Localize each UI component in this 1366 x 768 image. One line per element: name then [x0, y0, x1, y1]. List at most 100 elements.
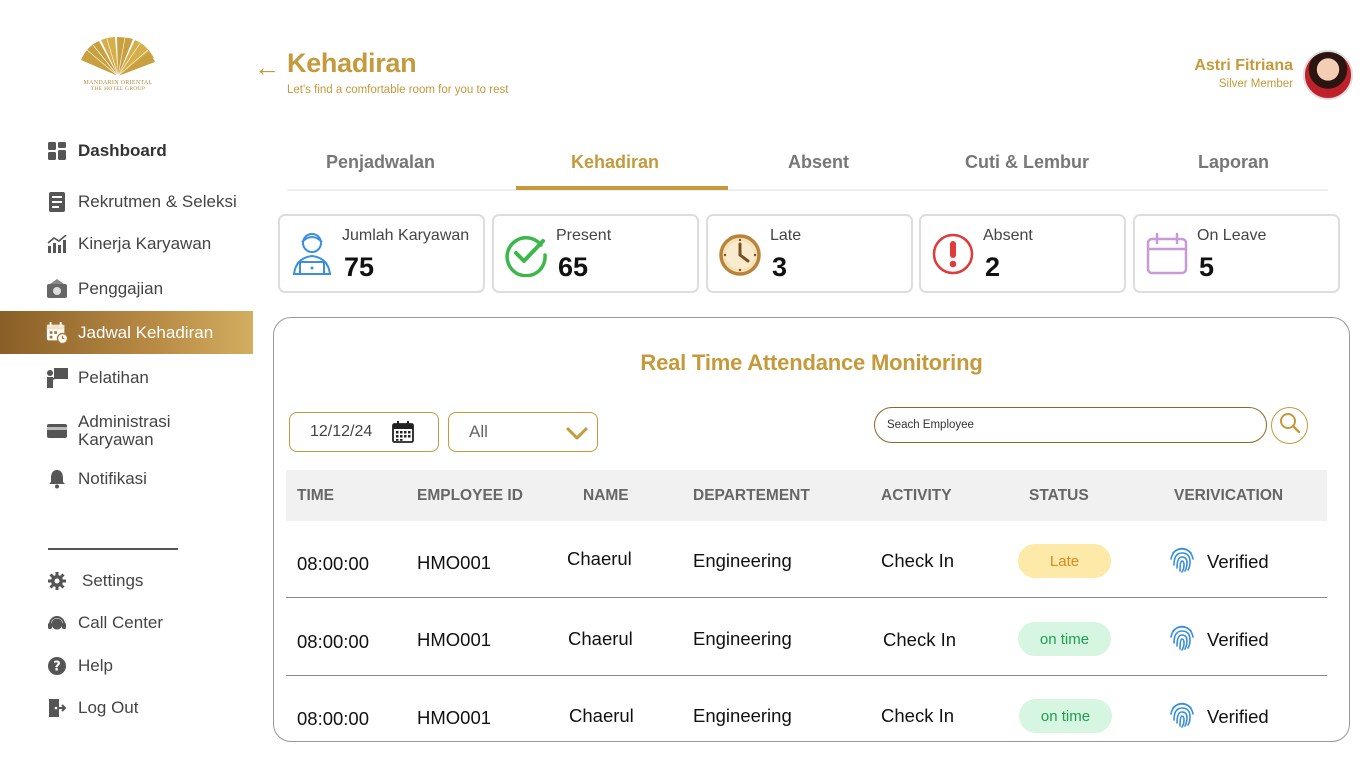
date-picker[interactable]: 12/12/24 [289, 412, 439, 452]
table-row[interactable]: 08:00:00 HMO001 Chaerul Engineering Chec… [286, 677, 1327, 741]
stat-label: Jumlah Karyawan [342, 227, 470, 244]
cell-time: 08:00:00 [297, 553, 370, 574]
column-header: EMPLOYEE ID [417, 487, 523, 504]
sidebar-item-label-line2: Karyawan [78, 430, 154, 449]
bar-chart-icon [46, 233, 68, 255]
stat-value: 3 [772, 252, 788, 282]
sidebar-item-settings[interactable]: Settings [0, 569, 253, 593]
money-icon [46, 278, 68, 300]
sidebar-item-attendance-schedule[interactable]: Jadwal Kehadiran [0, 311, 253, 354]
table-row[interactable]: 08:00:00 HMO001 Chaerul Engineering Chec… [286, 521, 1327, 598]
sidebar-item-payroll[interactable]: Penggajian [0, 277, 253, 301]
fan-logo-icon [81, 37, 155, 77]
stat-label: Absent [983, 227, 1033, 244]
stat-value: 65 [558, 252, 589, 282]
logout-icon [46, 697, 68, 719]
sidebar-item-label: Notifikasi [78, 469, 147, 488]
sidebar-item-dashboard[interactable]: Dashboard [0, 139, 253, 163]
active-tab-indicator [516, 186, 728, 190]
check-circle-icon [502, 230, 550, 278]
tab-absent[interactable]: Absent [788, 152, 849, 173]
cell-employee-id: HMO001 [417, 629, 492, 650]
date-value: 12/12/24 [310, 423, 373, 440]
tab-laporan[interactable]: Laporan [1198, 152, 1269, 173]
verification-label: Verified [1207, 628, 1269, 650]
verification-label: Verified [1207, 705, 1269, 727]
sidebar-divider [48, 548, 178, 550]
headset-icon [46, 612, 68, 634]
status-badge: on time [1018, 622, 1111, 656]
sidebar-item-label: Rekrutmen & Seleksi [78, 192, 237, 211]
sidebar-item-label: Jadwal Kehadiran [78, 322, 214, 342]
column-header: VERIVICATION [1174, 487, 1284, 504]
brand-tagline: THE HOTEL GROUP [90, 86, 146, 92]
search-button[interactable] [1271, 407, 1308, 444]
panel-title: Real Time Attendance Monitoring [640, 350, 983, 375]
stat-card-employees: Jumlah Karyawan 75 [278, 214, 485, 293]
verification-cell: Verified [1169, 700, 1269, 733]
attendance-monitor-panel: Real Time Attendance Monitoring 12/12/24… [273, 317, 1350, 742]
chevron-down-icon [565, 423, 589, 448]
page-subtitle: Let's find a comfortable room for you to… [287, 84, 509, 96]
cell-name: Chaerul [567, 548, 632, 569]
verification-cell: Verified [1169, 623, 1269, 656]
sidebar-item-label: Log Out [78, 698, 139, 717]
page-title: Kehadiran [287, 48, 417, 78]
stat-card-late: Late 3 [706, 214, 913, 293]
sidebar-item-help[interactable]: ? Help [0, 654, 253, 678]
tab-cuti-lembur[interactable]: Cuti & Lembur [965, 152, 1089, 173]
svg-text:?: ? [53, 660, 61, 675]
sidebar-item-training[interactable]: Pelatihan [0, 366, 253, 390]
card-icon [46, 420, 68, 442]
search-input[interactable]: Seach Employee [874, 407, 1267, 443]
filter-value: All [469, 422, 488, 441]
stat-label: Present [556, 227, 612, 244]
cell-time: 08:00:00 [297, 708, 370, 729]
calendar-clock-icon [46, 321, 68, 344]
verification-cell: Verified [1169, 545, 1269, 578]
cell-department: Engineering [693, 705, 792, 726]
stat-label: On Leave [1197, 227, 1267, 244]
stat-value: 75 [344, 252, 375, 282]
calendar-icon[interactable] [392, 421, 414, 448]
stat-card-absent: Absent 2 [919, 214, 1126, 293]
sidebar-item-notifications[interactable]: Notifikasi [0, 467, 253, 491]
employee-laptop-icon [288, 230, 336, 278]
bell-icon [46, 468, 68, 490]
gear-icon [46, 570, 68, 592]
fingerprint-icon [1169, 545, 1195, 578]
sidebar-item-label: Kinerja Karyawan [78, 234, 212, 253]
column-header: ACTIVITY [881, 487, 952, 504]
sidebar-item-call-center[interactable]: Call Center [0, 611, 253, 635]
sidebar-item-recruitment[interactable]: Rekrutmen & Seleksi [0, 190, 253, 214]
sidebar-item-performance[interactable]: Kinerja Karyawan [0, 232, 253, 256]
column-header: DEPARTEMENT [693, 487, 810, 504]
sidebar-item-label: Pelatihan [78, 368, 149, 387]
sidebar-item-label: Penggajian [78, 279, 164, 298]
sidebar-item-label: Settings [82, 571, 144, 590]
cell-time: 08:00:00 [297, 631, 370, 652]
cell-employee-id: HMO001 [417, 707, 492, 728]
stat-label: Late [770, 227, 802, 244]
sidebar-item-label: Call Center [78, 613, 164, 632]
column-header: STATUS [1029, 487, 1089, 504]
avatar[interactable] [1303, 50, 1353, 100]
cell-name: Chaerul [568, 628, 633, 649]
sidebar-item-administration[interactable]: Administrasi Karyawan [0, 412, 253, 450]
cell-employee-id: HMO001 [417, 552, 492, 573]
clock-icon [716, 230, 764, 278]
cell-activity: Check In [883, 629, 957, 650]
tab-kehadiran[interactable]: Kehadiran [571, 152, 659, 173]
tab-penjadwalan[interactable]: Penjadwalan [326, 152, 435, 173]
cell-name: Chaerul [569, 705, 634, 726]
sidebar-item-label: Help [78, 656, 113, 675]
back-arrow-icon[interactable]: ← [254, 52, 280, 83]
cell-department: Engineering [693, 550, 792, 571]
status-badge: Late [1018, 544, 1111, 578]
table-row[interactable]: 08:00:00 HMO001 Chaerul Engineering Chec… [286, 599, 1327, 676]
filter-select[interactable]: All [448, 412, 598, 452]
sidebar-item-logout[interactable]: Log Out [0, 696, 253, 720]
user-tier: Silver Member [1218, 78, 1293, 90]
tab-bar: Penjadwalan Kehadiran Absent Cuti & Lemb… [287, 140, 1328, 191]
verification-label: Verified [1207, 550, 1269, 572]
